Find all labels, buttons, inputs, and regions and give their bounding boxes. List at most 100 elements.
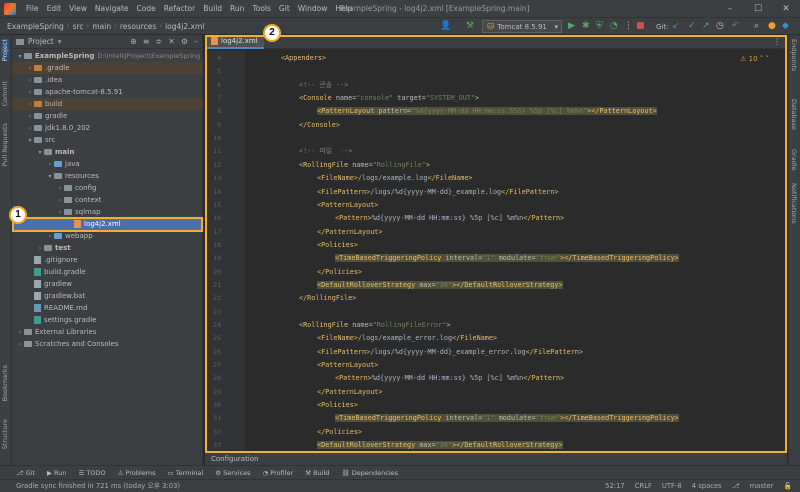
collapse-all-icon[interactable]: ≡ xyxy=(143,37,150,46)
code-line[interactable]: <PatternLayout> xyxy=(317,359,378,372)
chevron-down-icon[interactable]: ▾ xyxy=(36,149,44,156)
expand-all-icon[interactable]: ≑ xyxy=(155,37,162,46)
breadcrumb-item[interactable]: ExampleSpring xyxy=(4,22,67,31)
code-line[interactable]: <TimeBasedTriggeringPolicy interval="1" … xyxy=(335,252,679,265)
side-tab-structure[interactable]: Structure xyxy=(1,419,9,449)
jetbrains-toolbox-icon[interactable]: ◆ xyxy=(782,21,789,32)
menu-item-git[interactable]: Git xyxy=(275,4,294,13)
more-run-icon[interactable]: ⋮ xyxy=(624,21,633,32)
breadcrumb-item[interactable]: resources xyxy=(117,22,159,31)
breadcrumb-item[interactable]: log4j2.xml xyxy=(162,22,207,31)
code-area[interactable]: <Appenders> <!-- 콘솔 --> <Console name="con… xyxy=(245,50,775,450)
chevron-right-icon[interactable]: › xyxy=(16,329,24,336)
profile-icon[interactable]: ◔ xyxy=(610,21,618,32)
code-line[interactable]: <PatternLayout pattern="%d{yyyy-MM-dd HH… xyxy=(317,105,657,118)
project-panel-title[interactable]: Project xyxy=(28,37,54,46)
code-line[interactable]: <FilePattern>/logs/%d{yyyy-MM-dd}_exampl… xyxy=(317,346,583,359)
code-line[interactable]: </PatternLayout> xyxy=(317,226,382,239)
search-icon[interactable]: ⌕ xyxy=(754,21,759,32)
chevron-down-icon[interactable]: ▾ xyxy=(46,173,54,180)
tool-tab-git[interactable]: ⎇ Git xyxy=(16,469,35,477)
tree-item[interactable]: › gradle xyxy=(12,110,203,122)
side-tab-commit[interactable]: Commit xyxy=(1,81,9,107)
chevron-right-icon[interactable]: › xyxy=(26,101,34,108)
tool-tab-dependencies[interactable]: ⛓ Dependencies xyxy=(341,469,398,477)
code-line[interactable]: </Console> xyxy=(299,119,340,132)
chevron-right-icon[interactable]: › xyxy=(56,197,64,204)
tree-item[interactable]: › Scratches and Consoles xyxy=(12,338,203,350)
coverage-icon[interactable]: ⛨ xyxy=(596,21,603,32)
menu-item-code[interactable]: Code xyxy=(133,4,160,13)
code-line[interactable]: <FileName>/logs/example_error.log</FileN… xyxy=(317,332,497,345)
breadcrumb-configuration[interactable]: Configuration xyxy=(205,453,787,465)
menu-item-refactor[interactable]: Refactor xyxy=(160,4,199,13)
side-tab-bookmarks[interactable]: Bookmarks xyxy=(1,365,9,401)
tree-item[interactable]: gradlew xyxy=(12,278,203,290)
editor-tab-log4j2[interactable]: log4j2.xml xyxy=(205,34,264,49)
side-tab-endpoints[interactable]: Endpoints xyxy=(790,39,798,71)
chevron-up-icon[interactable]: ˄ xyxy=(760,55,764,63)
code-line[interactable]: <Policies> xyxy=(317,399,358,412)
tool-tab-todo[interactable]: ☰ TODO xyxy=(79,469,106,477)
git-branch[interactable]: master xyxy=(750,480,774,492)
chevron-right-icon[interactable]: › xyxy=(26,113,34,120)
menu-item-build[interactable]: Build xyxy=(199,4,226,13)
maximize-icon[interactable]: ☐ xyxy=(744,0,772,18)
code-line[interactable]: <FileName>/logs/example.log</FileName> xyxy=(317,172,473,185)
tree-item[interactable]: README.md xyxy=(12,302,203,314)
tree-item[interactable]: › test xyxy=(12,242,203,254)
chevron-right-icon[interactable]: › xyxy=(26,77,34,84)
status-message[interactable]: Gradle sync finished in 721 ms (today 오후… xyxy=(16,480,180,492)
user-icon[interactable]: 👤 xyxy=(440,21,451,32)
chevron-right-icon[interactable]: › xyxy=(16,341,24,348)
code-line[interactable]: <PatternLayout> xyxy=(317,199,378,212)
tree-item[interactable]: › sqlmap xyxy=(12,206,203,218)
tree-item[interactable]: › apache-tomcat-8.5.91 xyxy=(12,86,203,98)
menu-item-edit[interactable]: Edit xyxy=(43,4,66,13)
breadcrumb-item[interactable]: src xyxy=(70,22,87,31)
tool-tab-problems[interactable]: ⚠ Problems xyxy=(118,469,156,477)
hide-panel-icon[interactable]: – xyxy=(194,37,198,46)
git-push-icon[interactable]: ↗ xyxy=(702,21,710,32)
code-line[interactable]: </Policies> xyxy=(317,266,362,279)
tree-item[interactable]: ▾ ExampleSpring D:\IntelliJProject\Example… xyxy=(12,50,203,62)
chevron-right-icon[interactable]: › xyxy=(46,161,54,168)
add-icon[interactable]: ⊕ xyxy=(130,37,137,46)
run-icon[interactable]: ▶ xyxy=(568,21,575,32)
more-tabs-icon[interactable]: ⋮ xyxy=(773,37,781,46)
code-line[interactable]: <!-- 파일 --> xyxy=(299,145,352,158)
tree-item[interactable]: .gitignore xyxy=(12,254,203,266)
tool-tab-services[interactable]: ⚙ Services xyxy=(215,469,250,477)
tree-item[interactable]: › jdk1.8.0_202 xyxy=(12,122,203,134)
tree-item[interactable]: › java xyxy=(12,158,203,170)
file-encoding[interactable]: UTF-8 xyxy=(662,480,682,492)
chevron-right-icon[interactable]: › xyxy=(26,65,34,72)
rollback-icon[interactable]: ↶ xyxy=(732,21,740,32)
history-icon[interactable]: ◷ xyxy=(716,21,724,32)
debug-icon[interactable]: ✱ xyxy=(582,21,590,32)
chevron-right-icon[interactable]: › xyxy=(36,245,44,252)
close-panel-icon[interactable]: ✕ xyxy=(168,37,175,46)
stop-icon[interactable]: ■ xyxy=(636,21,645,32)
tool-tab-run[interactable]: ▶ Run xyxy=(47,469,67,477)
code-line[interactable]: <!-- 콘솔 --> xyxy=(299,79,348,92)
tree-item[interactable]: settings.gradle xyxy=(12,314,203,326)
tree-item[interactable]: › .idea xyxy=(12,74,203,86)
code-line[interactable]: <Appenders> xyxy=(281,52,326,65)
chevron-right-icon[interactable]: › xyxy=(56,209,64,216)
build-hammer-icon[interactable]: ⚒ xyxy=(466,21,474,32)
line-separator[interactable]: CRLF xyxy=(635,480,652,492)
code-line[interactable]: <FilePattern>/logs/%d{yyyy-MM-dd}_exampl… xyxy=(317,186,558,199)
caret-position[interactable]: 52:17 xyxy=(605,480,625,492)
tree-item[interactable]: › build xyxy=(12,98,203,110)
chevron-down-icon[interactable]: ▾ xyxy=(26,137,34,144)
ide-updates-icon[interactable]: ● xyxy=(768,21,776,32)
tree-item[interactable]: › config xyxy=(12,182,203,194)
side-tab-notifications[interactable]: Notifications xyxy=(790,183,798,224)
chevron-right-icon[interactable]: › xyxy=(26,89,34,96)
run-config-selector[interactable]: 🐱 Tomcat 8.5.91 ▾ xyxy=(482,20,562,33)
tool-tab-build[interactable]: ⚒ Build xyxy=(305,469,329,477)
menu-item-view[interactable]: View xyxy=(65,4,91,13)
code-line[interactable]: </PatternLayout> xyxy=(317,386,382,399)
code-line[interactable]: </RollingFile> xyxy=(299,292,356,305)
